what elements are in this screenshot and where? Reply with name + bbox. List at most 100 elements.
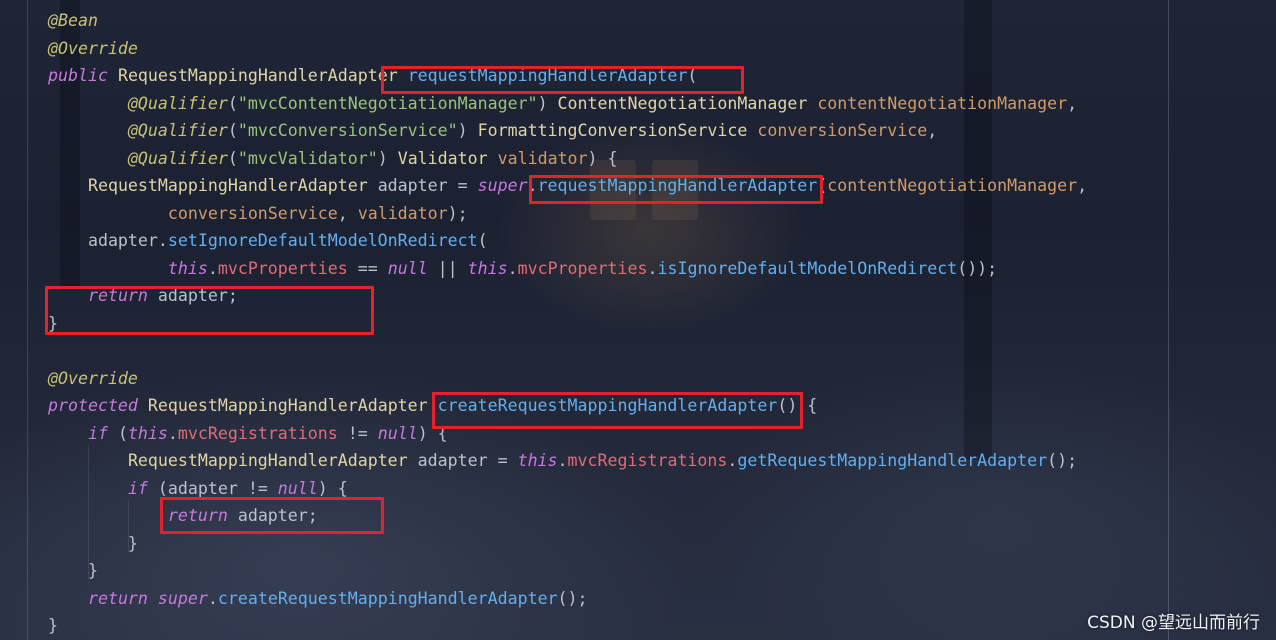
code-token-plain: adapter = xyxy=(367,176,478,195)
code-token-keyword: if xyxy=(87,423,108,443)
code-token-keyword: if xyxy=(127,478,148,498)
code-token-keyword: null xyxy=(277,478,318,498)
highlight-box xyxy=(45,286,374,335)
code-token-plain: ()); xyxy=(957,258,998,278)
code-token-plain: . xyxy=(207,258,218,278)
code-token-plain: . xyxy=(557,451,568,470)
code-token-field: mvcRegistrations xyxy=(567,451,728,470)
code-line[interactable]: return super.createRequestMappingHandler… xyxy=(48,585,1087,613)
code-token-keyword: null xyxy=(387,258,428,278)
code-line[interactable]: @Override xyxy=(48,365,1087,393)
code-token-type: ContentNegotiationManager xyxy=(557,93,808,113)
code-token-plain: ( xyxy=(227,148,238,168)
code-token-plain: ) xyxy=(377,148,398,168)
code-token-field: mvcProperties xyxy=(517,258,648,278)
code-token-annotation: @Override xyxy=(48,38,138,58)
code-line[interactable]: @Qualifier("mvcValidator") Validator val… xyxy=(48,145,1087,173)
code-line[interactable]: } xyxy=(48,557,1087,585)
code-token-annotation: @Qualifier xyxy=(127,93,228,113)
code-token-field: mvcProperties xyxy=(217,258,348,278)
code-token-type: RequestMappingHandlerAdapter xyxy=(117,66,398,85)
code-token-plain: ) xyxy=(457,121,478,140)
code-token-plain: ( xyxy=(107,423,128,443)
code-token-plain: ( xyxy=(227,93,238,113)
code-token-param: contentNegotiationManager xyxy=(827,176,1078,195)
highlight-box xyxy=(529,175,823,204)
code-token-annotation: @Qualifier xyxy=(127,121,228,140)
code-token-plain: } xyxy=(48,561,98,580)
code-token-plain: . xyxy=(207,588,218,608)
code-token-type: RequestMappingHandlerAdapter xyxy=(147,396,428,415)
code-token-plain: (); xyxy=(557,588,588,608)
code-line[interactable]: RequestMappingHandlerAdapter adapter = t… xyxy=(48,447,1087,475)
code-line[interactable]: @Bean xyxy=(48,7,1087,35)
code-token-plain: , xyxy=(1067,93,1078,113)
code-token-plain: (adapter != xyxy=(147,478,278,498)
csdn-watermark: CSDN @望远山而前行 xyxy=(1087,613,1260,633)
code-token-string: "mvcConversionService" xyxy=(237,121,458,140)
code-token-plain: ( xyxy=(477,231,488,250)
highlight-box xyxy=(381,66,744,94)
code-token-type: RequestMappingHandlerAdapter xyxy=(127,451,408,470)
code-token-param: validator xyxy=(357,203,448,223)
code-token-plain: == xyxy=(347,258,388,278)
editor-gutter-border xyxy=(27,0,28,640)
code-token-plain: (); xyxy=(1047,451,1078,470)
code-token-keyword: this xyxy=(467,258,508,278)
highlight-box xyxy=(432,392,803,429)
code-token-type: RequestMappingHandlerAdapter xyxy=(87,176,368,195)
code-token-method: isIgnoreDefaultModelOnRedirect xyxy=(657,258,958,278)
code-token-method: createRequestMappingHandlerAdapter xyxy=(217,588,558,608)
code-token-param: conversionService xyxy=(757,121,928,140)
code-token-keyword: null xyxy=(377,423,418,443)
code-token-plain: } xyxy=(48,533,138,553)
code-line[interactable]: this.mvcProperties == null || this.mvcPr… xyxy=(48,255,1087,283)
code-token-plain: adapter. xyxy=(48,231,168,250)
code-line[interactable]: adapter.setIgnoreDefaultModelOnRedirect( xyxy=(48,227,1087,255)
code-token-type: FormattingConversionService xyxy=(477,121,748,140)
code-token-plain: . xyxy=(507,258,518,278)
code-token-param: contentNegotiationManager xyxy=(817,93,1068,113)
code-token-keyword: super xyxy=(477,176,528,195)
code-token-plain: adapter = xyxy=(407,451,518,470)
code-line[interactable]: @Qualifier("mvcConversionService") Forma… xyxy=(48,117,1087,145)
code-token-plain: . xyxy=(167,423,178,443)
code-line[interactable]: @Override xyxy=(48,35,1087,63)
code-token-annotation: @Qualifier xyxy=(127,148,228,168)
code-line[interactable] xyxy=(48,337,1087,365)
code-token-plain: , xyxy=(1077,176,1088,195)
code-token-string: "mvcContentNegotiationManager" xyxy=(237,93,538,113)
code-token-plain: } xyxy=(48,616,58,635)
code-token-keyword: this xyxy=(167,258,208,278)
code-token-keyword: super xyxy=(157,588,208,608)
code-line[interactable]: } xyxy=(48,612,1087,640)
code-token-annotation: @Override xyxy=(48,368,138,388)
code-token-keyword: this xyxy=(517,451,558,470)
right-margin-guide xyxy=(1168,0,1169,640)
code-token-method: getRequestMappingHandlerAdapter xyxy=(737,451,1048,470)
code-token-keyword: return xyxy=(87,588,148,608)
code-token-plain: ); xyxy=(447,203,468,223)
code-token-keyword: public xyxy=(48,66,108,85)
code-token-string: "mvcValidator" xyxy=(237,148,378,168)
code-token-type: Validator xyxy=(397,148,488,168)
code-token-method: setIgnoreDefaultModelOnRedirect xyxy=(167,231,478,250)
code-token-plain: ) { xyxy=(317,478,348,498)
code-token-field: mvcRegistrations xyxy=(177,423,338,443)
code-token-plain: ) { xyxy=(587,148,618,168)
code-token-plain: , xyxy=(337,203,358,223)
